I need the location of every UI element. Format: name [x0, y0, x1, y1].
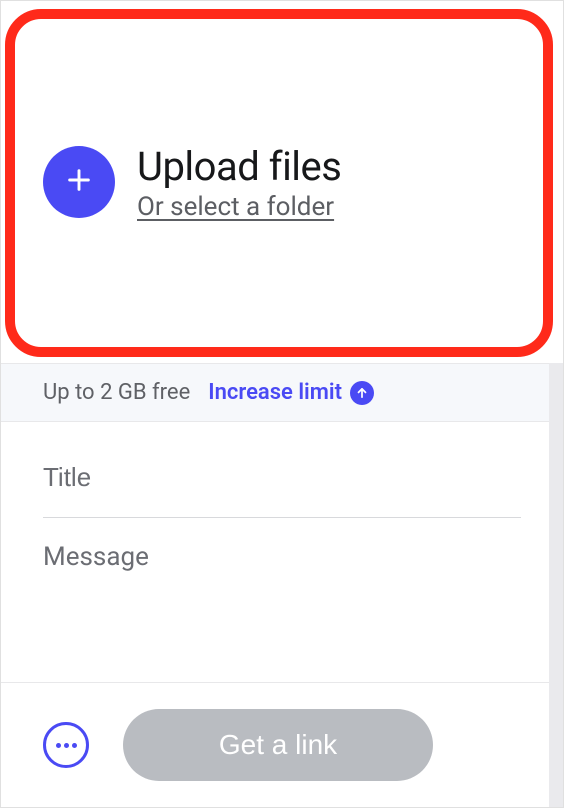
title-input[interactable]: [43, 438, 521, 518]
more-dots-icon: [56, 743, 77, 748]
bottom-bar: Get a link: [1, 682, 563, 807]
transfer-panel: Upload files Or select a folder Up to 2 …: [0, 0, 564, 808]
plus-icon: [65, 166, 93, 198]
upload-dropzone[interactable]: Upload files Or select a folder: [1, 1, 563, 363]
get-link-button[interactable]: Get a link: [123, 709, 433, 781]
upload-text-block: Upload files Or select a folder: [137, 143, 341, 222]
message-input[interactable]: [43, 518, 521, 656]
add-files-button[interactable]: [43, 146, 115, 218]
increase-limit-link[interactable]: Increase limit: [208, 380, 374, 405]
fields-section: [1, 422, 563, 682]
more-options-button[interactable]: [43, 722, 89, 768]
upload-title: Upload files: [137, 143, 341, 190]
upload-content: Upload files Or select a folder: [1, 143, 341, 222]
arrow-up-icon: [350, 381, 374, 405]
limit-text: Up to 2 GB free: [43, 380, 190, 405]
limit-bar: Up to 2 GB free Increase limit: [1, 363, 563, 422]
increase-limit-label: Increase limit: [208, 380, 342, 405]
scrollbar[interactable]: [549, 363, 563, 807]
select-folder-link[interactable]: Or select a folder: [137, 192, 341, 222]
